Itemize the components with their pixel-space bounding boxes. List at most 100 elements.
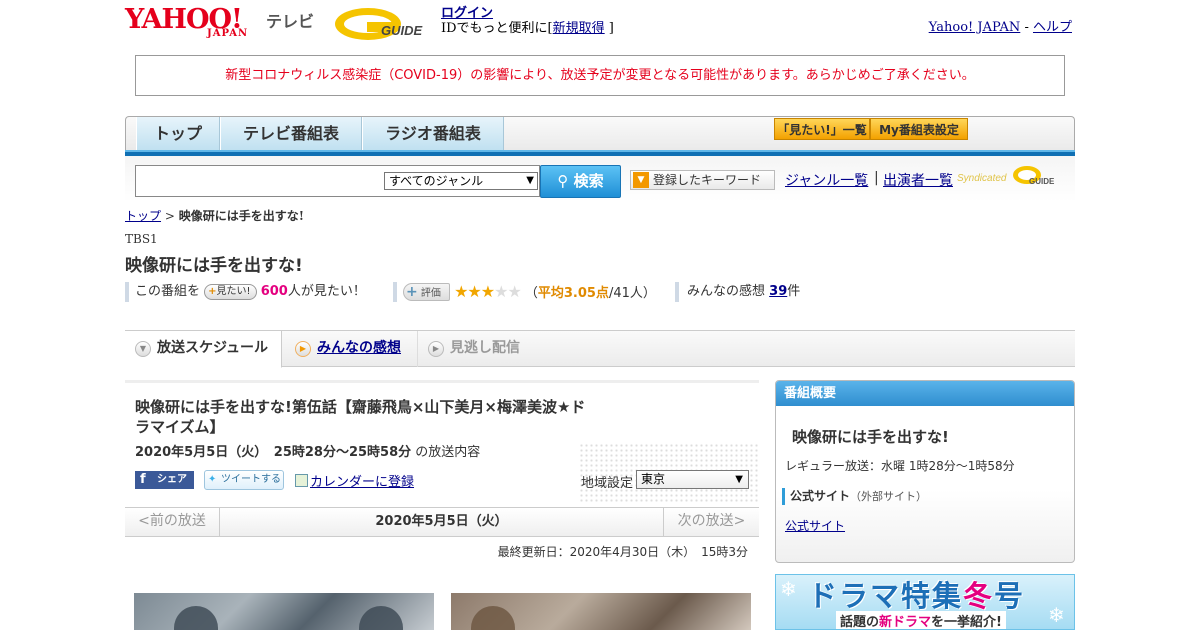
rating-open: （ <box>524 286 538 301</box>
tv-logo-label[interactable]: テレビ <box>266 8 314 32</box>
register-link[interactable]: 新規取得 <box>553 21 605 36</box>
top-right-links: Yahoo! JAPAN - ヘルプ <box>929 16 1072 35</box>
program-overview-title: 映像研には手を出すな! <box>792 428 949 446</box>
region-select-value: 東京 <box>641 472 666 486</box>
mitai-prefix: この番組を <box>135 284 201 299</box>
official-site-heading: 公式サイト（外部サイト） <box>782 488 927 505</box>
tab-catchup-streaming-label: 見逃し配信 <box>450 340 520 356</box>
covid-notice: 新型コロナウィルス感染症（COVID-19）の影響により、放送予定が変更となる可… <box>135 55 1065 96</box>
main-nav: トップ テレビ番組表 ラジオ番組表 「見たい!」一覧 My番組表設定 <box>125 116 1075 154</box>
photo-figure <box>174 606 218 630</box>
chevron-right-icon: ▶ <box>295 341 311 357</box>
performer-list-link[interactable]: 出演者一覧 <box>883 170 953 190</box>
syndicated-guide-text: GUIDE <box>1029 177 1055 186</box>
star-empty-icon: ★ <box>507 282 521 301</box>
kanso-suffix: 件 <box>787 284 801 299</box>
plus-icon: + <box>208 286 217 297</box>
banner-subline-b: 新ドラマ <box>879 615 932 630</box>
banner-headline-c: 号 <box>994 579 1026 613</box>
next-broadcast-button[interactable]: 次の放送> <box>663 508 759 536</box>
episode-datetime-suffix: の放送内容 <box>415 445 481 460</box>
current-broadcast-date: 2020年5月5日（火） <box>375 514 508 529</box>
tab-broadcast-schedule[interactable]: ▼ 放送スケジュール <box>125 331 282 368</box>
chevron-down-icon: ▼ <box>135 341 151 357</box>
calendar-register[interactable]: カレンダーに登録 <box>295 471 414 490</box>
yahoo-japan-link[interactable]: Yahoo! JAPAN <box>929 20 1021 35</box>
nav-tab-tv-schedule[interactable]: テレビ番組表 <box>220 117 362 151</box>
search-area: すべてのジャンル ▼ ⚲ 検索 ▼ 登録したキーワード ジャンル一覧 | 出演者… <box>125 156 1075 202</box>
kanso-count-link[interactable]: 39 <box>769 284 787 299</box>
genre-select-value: すべてのジャンル <box>389 174 484 188</box>
episode-photo[interactable] <box>451 593 751 630</box>
triangle-down-icon: ▼ <box>633 172 649 188</box>
evaluate-button-label: 評価 <box>420 288 441 299</box>
yahoo-japan-logo[interactable]: YAHOO! JAPAN <box>125 6 265 42</box>
kanso-prefix: みんなの感想 <box>687 284 766 299</box>
regular-broadcast-time: レギュラー放送：水曜 1時28分～1時58分 <box>785 459 1015 473</box>
kanso-stat: みんなの感想 39件 <box>687 282 800 302</box>
photo-figure <box>359 606 403 630</box>
guide-logo-text: GUIDE <box>381 23 423 38</box>
episode-photo[interactable] <box>134 593 434 630</box>
japan-logo-text: JAPAN <box>207 28 249 39</box>
star-filled-icon: ★ <box>467 282 481 301</box>
mitai-suffix: 人が見たい！ <box>287 284 366 299</box>
my-schedule-settings-button[interactable]: My番組表設定 <box>870 118 968 140</box>
program-overview-panel: 番組概要 映像研には手を出すな! レギュラー放送：水曜 1時28分～1時58分 … <box>775 380 1075 563</box>
page-title: 映像研には手を出すな! <box>125 256 303 276</box>
breadcrumb-top-link[interactable]: トップ <box>125 209 161 223</box>
official-site-link[interactable]: 公式サイト <box>785 517 845 534</box>
genre-list-link[interactable]: ジャンル一覧 <box>785 170 868 190</box>
rating-stars: ★★★★★ <box>454 282 525 301</box>
episode-panel: 映像研には手を出すな!第伍話【齋藤飛鳥×山下美月×梅澤美波★ドラマイズム】 20… <box>125 380 759 505</box>
facebook-share-button[interactable]: f シェア <box>135 471 194 489</box>
rating-average: 平均3.05点 <box>537 286 609 301</box>
calendar-register-link[interactable]: カレンダーに登録 <box>310 475 414 490</box>
breadcrumb: トップ > 映像研には手を出すな! <box>125 207 304 224</box>
episode-datetime: 2020年5月5日（火） 25時28分～25時58分 の放送内容 <box>135 441 480 460</box>
tweet-button-label: ツイートする <box>221 474 281 485</box>
rating-stat: + 評価 ★★★★★ （平均3.05点/41人） <box>403 282 656 304</box>
calendar-icon <box>295 474 308 487</box>
mitai-count: 600 <box>260 284 288 299</box>
top-link-separator: - <box>1024 20 1029 35</box>
region-select[interactable]: 東京 ▼ <box>636 470 749 489</box>
nav-tab-top[interactable]: トップ <box>136 117 220 151</box>
tab-everyone-reviews-label[interactable]: みんなの感想 <box>317 340 401 356</box>
g-guide-logo[interactable]: GUIDE <box>333 5 433 43</box>
mitai-button-label: 見たい! <box>216 286 251 297</box>
search-button-label: 検索 <box>573 172 604 190</box>
tweet-button[interactable]: ✦ ツイートする <box>204 470 284 490</box>
drama-special-banner[interactable]: ❄ ❄ ドラマ特集冬号 話題の新ドラマを一挙紹介! <box>775 574 1075 630</box>
episode-datetime-value: 2020年5月5日（火） 25時28分～25時58分 <box>135 445 412 460</box>
star-empty-icon: ★ <box>494 282 508 301</box>
banner-subline-c: を一挙紹介! <box>931 615 1002 630</box>
search-button[interactable]: ⚲ 検索 <box>540 165 621 198</box>
tab-everyone-reviews[interactable]: ▶ みんなの感想 <box>285 331 415 367</box>
genre-select[interactable]: すべてのジャンル ▼ <box>384 172 538 190</box>
program-overview-heading: 番組概要 <box>776 381 1074 406</box>
registered-keyword-label: 登録したキーワード <box>653 173 762 187</box>
stat-divider <box>125 282 129 302</box>
chevron-right-icon: ▶ <box>428 341 444 357</box>
star-filled-icon: ★ <box>480 282 495 301</box>
link-separator: | <box>874 170 879 186</box>
broadcast-date-nav: <前の放送 2020年5月5日（火） 次の放送> <box>125 507 759 537</box>
banner-subline: 話題の新ドラマを一挙紹介! <box>836 611 1006 630</box>
help-link[interactable]: ヘルプ <box>1033 20 1072 35</box>
mitai-list-button[interactable]: 「見たい!」一覧 <box>774 118 870 140</box>
evaluate-button[interactable]: + 評価 <box>403 283 450 301</box>
banner-headline-a: ドラマ特集 <box>808 579 964 613</box>
photo-figure <box>471 606 515 630</box>
mitai-button[interactable]: +見たい! <box>204 284 257 300</box>
syndicated-g-guide-logo: Syndicated GUIDE <box>957 166 1055 186</box>
stat-divider <box>675 282 679 302</box>
region-label: 地域設定 <box>581 476 634 491</box>
banner-headline-b: 冬 <box>963 579 995 613</box>
login-link[interactable]: ログイン <box>441 6 493 21</box>
previous-broadcast-button[interactable]: <前の放送 <box>125 508 220 536</box>
program-subtabs: ▼ 放送スケジュール ▶ みんなの感想 ▶ 見逃し配信 <box>125 330 1075 368</box>
chevron-down-icon: ▼ <box>735 474 743 485</box>
registered-keyword-button[interactable]: ▼ 登録したキーワード <box>630 170 775 190</box>
nav-tab-radio-schedule[interactable]: ラジオ番組表 <box>362 117 504 151</box>
